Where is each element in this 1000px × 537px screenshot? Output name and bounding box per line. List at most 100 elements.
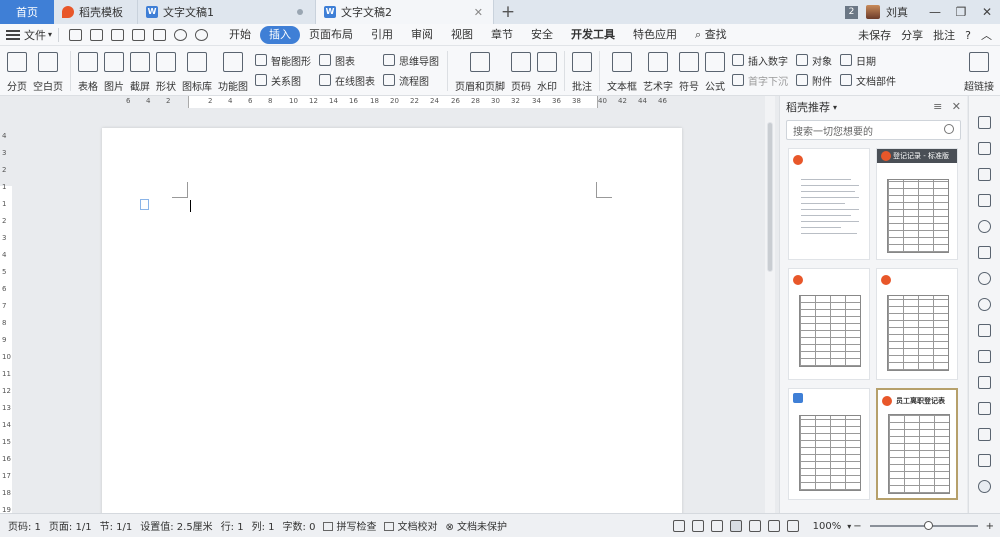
read-mode-icon[interactable]: [691, 520, 704, 532]
tab-security[interactable]: 安全: [522, 26, 562, 44]
smart-shape-button[interactable]: 智能图形: [255, 51, 311, 69]
file-menu[interactable]: 文件: [24, 27, 46, 43]
template-thumbnail[interactable]: 员工离职登记表: [876, 388, 958, 500]
comment-insert-button[interactable]: 批注: [572, 46, 592, 93]
restore-icon[interactable]: ❐: [948, 5, 974, 19]
tab-view[interactable]: 视图: [442, 26, 482, 44]
section-status[interactable]: 节: 1/1: [100, 518, 133, 533]
zoom-slider-knob[interactable]: [923, 521, 933, 530]
user-account[interactable]: 刘真: [866, 4, 908, 20]
outline-view-icon[interactable]: [748, 520, 761, 532]
zoom-level[interactable]: 100%: [813, 521, 842, 532]
protect-status-button[interactable]: ⊗ 文档未保护: [445, 518, 507, 533]
insert-number-button[interactable]: 插入数字: [732, 51, 788, 69]
template-thumbnail[interactable]: [788, 388, 870, 500]
more-icon[interactable]: ︿: [981, 27, 992, 43]
document-area[interactable]: [12, 108, 764, 513]
tab-start[interactable]: 开始: [220, 26, 260, 44]
panel-menu-icon[interactable]: ≡: [933, 100, 942, 113]
comment-button[interactable]: 批注: [933, 27, 955, 43]
panel-search-input[interactable]: 搜索一切您想要的: [786, 120, 961, 140]
unsaved-status[interactable]: 未保存: [858, 27, 891, 43]
print-icon[interactable]: [111, 28, 125, 41]
chart-button[interactable]: 图表: [319, 51, 375, 69]
tab-page-layout[interactable]: 页面布局: [300, 26, 362, 44]
export-pdf-icon[interactable]: [90, 28, 104, 41]
backup-icon[interactable]: [978, 246, 991, 259]
template-icon[interactable]: [978, 402, 991, 415]
horizontal-ruler[interactable]: 6 4 2 2 4 6 8 10 12 14 16 18 20 22 24 26 28 30 32 34 36 38 40 4…: [0, 96, 767, 108]
network-icon[interactable]: [978, 428, 991, 441]
daoke-panel-icon[interactable]: [978, 480, 991, 493]
function-chart-button[interactable]: 功能图: [218, 46, 248, 93]
hyperlink-button[interactable]: 超链接: [964, 52, 994, 93]
history-icon[interactable]: [978, 220, 991, 233]
screenshot-button[interactable]: 截屏: [130, 46, 150, 93]
date-button[interactable]: 日期: [840, 51, 896, 69]
search-icon[interactable]: [944, 124, 954, 134]
object-button[interactable]: 对象: [796, 51, 832, 69]
panel-title[interactable]: 稻壳推荐: [786, 99, 830, 115]
vertical-scrollbar[interactable]: [765, 96, 775, 513]
header-footer-button[interactable]: 页眉和页脚: [455, 46, 505, 93]
tab-review[interactable]: 审阅: [402, 26, 442, 44]
picture-button[interactable]: 图片: [104, 46, 124, 93]
tab-special[interactable]: 特色应用: [624, 26, 686, 44]
font-icon[interactable]: [978, 350, 991, 363]
shape-button[interactable]: 形状: [156, 46, 176, 93]
setting-status[interactable]: 设置值: 2.5厘米: [140, 518, 212, 533]
chevron-down-icon[interactable]: ▾: [847, 522, 851, 531]
shapes-icon[interactable]: [978, 298, 991, 311]
flowchart-button[interactable]: 流程图: [383, 71, 439, 89]
tab-references[interactable]: 引用: [362, 26, 402, 44]
fullscreen-icon[interactable]: [672, 520, 685, 532]
minimize-icon[interactable]: —: [922, 5, 948, 19]
tab-document-2[interactable]: W 文字文稿2 ✕: [316, 0, 494, 24]
find-button[interactable]: ⌕ 查找: [686, 26, 736, 44]
tab-home[interactable]: 首页: [0, 0, 54, 24]
zoom-out-button[interactable]: −: [853, 521, 861, 532]
pen-icon[interactable]: [978, 142, 991, 155]
help-icon[interactable]: [978, 272, 991, 285]
redo-icon[interactable]: [195, 28, 209, 41]
page-number-status[interactable]: 页码: 1: [8, 518, 41, 533]
table-icon[interactable]: [978, 324, 991, 337]
window-count-badge[interactable]: 2: [845, 5, 858, 19]
template-thumbnail[interactable]: [788, 268, 870, 380]
word-art-button[interactable]: 艺术字: [643, 46, 673, 93]
page-number-button[interactable]: 页码: [511, 46, 531, 93]
template-thumbnail[interactable]: 登记记录 - 标准版: [876, 148, 958, 260]
share-button[interactable]: 分享: [901, 27, 923, 43]
help-button[interactable]: ?: [965, 29, 971, 42]
drop-cap-button[interactable]: 首字下沉: [732, 71, 788, 89]
tab-developer[interactable]: 开发工具: [562, 26, 624, 44]
word-count-status[interactable]: 字数: 0: [283, 518, 316, 533]
table-button[interactable]: 表格: [78, 46, 98, 93]
select-cursor-icon[interactable]: [978, 116, 991, 129]
text-box-button[interactable]: 文本框: [607, 46, 637, 93]
mind-map-button[interactable]: 思维导图: [383, 51, 439, 69]
tab-insert[interactable]: 插入: [260, 25, 301, 44]
template-thumbnail[interactable]: [788, 148, 870, 260]
symbol-button[interactable]: 符号: [679, 46, 699, 93]
gear-icon[interactable]: [978, 454, 991, 467]
relation-chart-button[interactable]: 关系图: [255, 71, 311, 89]
proofread-button[interactable]: 文档校对: [384, 518, 437, 533]
share-out-icon[interactable]: [978, 194, 991, 207]
sliders-icon[interactable]: [978, 168, 991, 181]
chevron-down-icon[interactable]: ▾: [833, 103, 837, 112]
page-view-icon[interactable]: [729, 520, 742, 532]
tab-document-1[interactable]: W 文字文稿1: [138, 0, 316, 24]
row-status[interactable]: 行: 1: [221, 518, 244, 533]
vertical-ruler[interactable]: 43211234567891011121314151617181920: [0, 108, 12, 531]
page-break-button[interactable]: 分页: [7, 46, 27, 93]
formula-button[interactable]: 公式: [705, 46, 725, 93]
image-icon[interactable]: [978, 376, 991, 389]
watermark-button[interactable]: 水印: [537, 46, 557, 93]
zoom-slider[interactable]: [869, 521, 978, 530]
tab-chapter[interactable]: 章节: [482, 26, 522, 44]
zoom-in-button[interactable]: +: [986, 521, 994, 532]
new-tab-button[interactable]: +: [494, 0, 522, 24]
attachment-button[interactable]: 附件: [796, 71, 832, 89]
doc-parts-button[interactable]: 文档部件: [840, 71, 896, 89]
